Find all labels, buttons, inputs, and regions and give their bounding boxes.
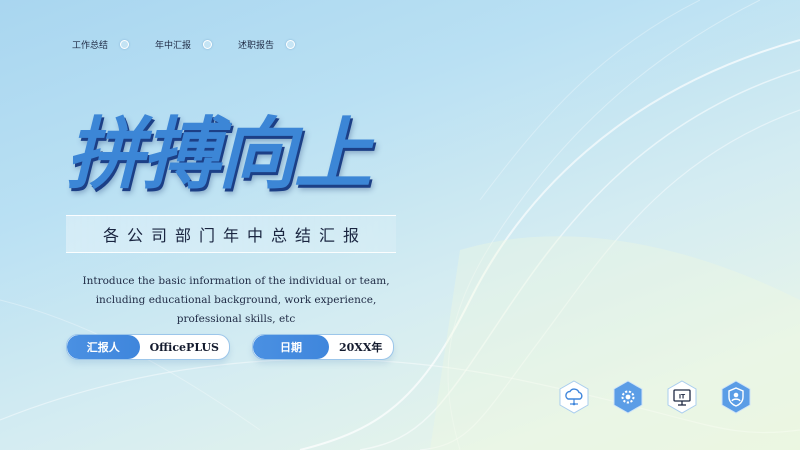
date-pill: 日期 20XX年	[252, 334, 394, 360]
circle-icon	[120, 40, 130, 49]
cloud-network-icon	[558, 380, 590, 414]
subtitle: 各公司部门年中总结汇报	[102, 226, 367, 245]
nav-item-label: 年中汇报	[155, 41, 192, 51]
date-label: 日期	[253, 335, 329, 359]
nav-item-duty-report[interactable]: 述职报告	[238, 38, 296, 51]
settings-gear-icon	[612, 380, 644, 414]
user-shield-icon	[720, 380, 752, 414]
circle-icon	[286, 40, 296, 49]
reporter-value: OfficePLUS	[149, 340, 219, 354]
it-monitor-icon: IT	[666, 380, 698, 414]
nav-item-midyear-report[interactable]: 年中汇报	[155, 38, 213, 51]
slide: 工作总结 年中汇报 述职报告 拼搏向上 各公司部门年中总结汇报 Introduc…	[0, 0, 800, 450]
circle-icon	[203, 40, 213, 49]
icon-row: IT	[558, 380, 754, 416]
nav-item-label: 述职报告	[238, 41, 275, 51]
page-title: 拼搏向上	[66, 110, 372, 200]
subtitle-bar: 各公司部门年中总结汇报	[66, 215, 396, 253]
intro-text: Introduce the basic information of the i…	[82, 275, 390, 325]
nav-item-label: 工作总结	[72, 41, 109, 51]
nav-item-work-summary[interactable]: 工作总结	[72, 38, 130, 51]
reporter-pill: 汇报人 OfficePLUS	[66, 334, 230, 360]
date-value: 20XX年	[339, 341, 383, 354]
reporter-label: 汇报人	[67, 335, 140, 359]
top-nav: 工作总结 年中汇报 述职报告	[72, 38, 296, 51]
it-icon-text: IT	[679, 394, 686, 401]
